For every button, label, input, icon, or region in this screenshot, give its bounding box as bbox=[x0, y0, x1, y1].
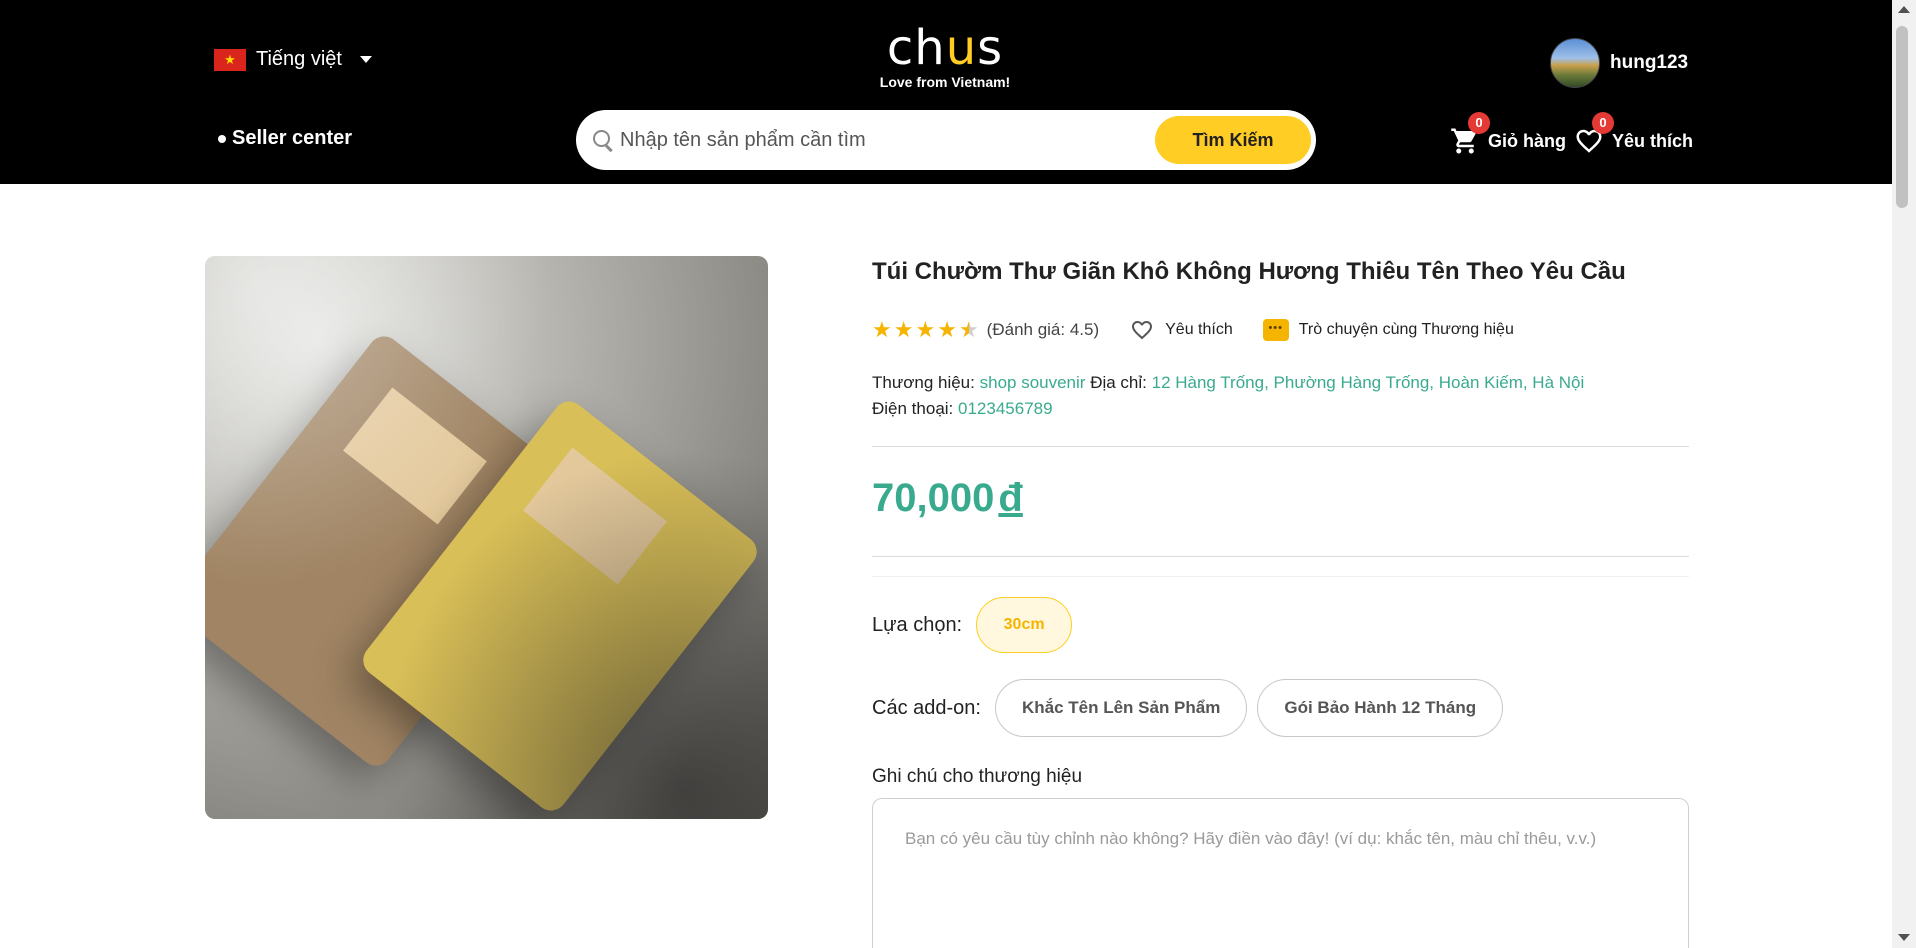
star-icon: ★ bbox=[893, 317, 914, 342]
cart-icon: 0 bbox=[1450, 112, 1490, 156]
product-photo-lighting bbox=[205, 256, 768, 819]
address-link[interactable]: 12 Hàng Trống, Phường Hàng Trống, Hoàn K… bbox=[1152, 373, 1585, 392]
option-row: Lựa chọn: 30cm bbox=[872, 597, 1073, 653]
phone-label: Điện thoại: bbox=[872, 399, 954, 418]
cart-count-badge: 0 bbox=[1468, 112, 1490, 134]
divider bbox=[872, 556, 1689, 557]
language-label: Tiếng việt bbox=[256, 48, 342, 70]
phone-link[interactable]: 0123456789 bbox=[958, 399, 1053, 418]
language-selector[interactable]: Tiếng việt bbox=[214, 48, 372, 71]
divider bbox=[872, 576, 1689, 577]
chat-bubble-icon bbox=[1262, 319, 1289, 341]
product-price: 70,000 đ bbox=[872, 476, 1023, 521]
rating-stars: ★ ★ ★ ★ ★ bbox=[872, 319, 979, 341]
cart-link[interactable]: 0 Giỏ hàng bbox=[1450, 112, 1566, 156]
option-label: Lựa chọn: bbox=[872, 613, 963, 636]
cart-label: Giỏ hàng bbox=[1488, 130, 1566, 151]
star-icon: ★ bbox=[872, 317, 892, 342]
username: hung123 bbox=[1610, 52, 1689, 73]
seller-center-link[interactable]: Seller center bbox=[218, 127, 352, 150]
product-page: Tiếng việt chus Love from Vietnam! hung1… bbox=[0, 0, 1916, 948]
brand-label: Thương hiệu: bbox=[872, 373, 975, 392]
wishlist-count-badge: 0 bbox=[1592, 112, 1614, 134]
heart-icon: 0 bbox=[1574, 112, 1614, 156]
scrollbar-thumb[interactable] bbox=[1896, 26, 1908, 208]
note-label: Ghi chú cho thương hiệu bbox=[872, 766, 1083, 787]
site-logo[interactable]: chus Love from Vietnam! bbox=[870, 24, 1020, 90]
divider bbox=[872, 446, 1689, 447]
addon-row: Các add-on: Khắc Tên Lên Sản Phẩm Gói Bả… bbox=[872, 679, 1504, 737]
logo-wordmark: chus bbox=[886, 20, 1004, 76]
address-label: Địa chỉ: bbox=[1090, 373, 1147, 392]
bullet-icon bbox=[218, 134, 226, 143]
scroll-up-arrow-icon[interactable] bbox=[1898, 6, 1910, 13]
heart-outline-icon bbox=[1132, 321, 1153, 340]
brand-link[interactable]: shop souvenir bbox=[980, 373, 1086, 392]
wishlist-link[interactable]: 0 Yêu thích bbox=[1574, 112, 1694, 156]
seller-info: Thương hiệu: shop souvenir Địa chỉ: 12 H… bbox=[872, 370, 1584, 422]
search-icon bbox=[592, 129, 614, 151]
search-bar: Tìm Kiếm bbox=[576, 110, 1316, 170]
product-title: Túi Chườm Thư Giãn Khô Không Hương Thiêu… bbox=[872, 258, 1626, 285]
site-header: Tiếng việt chus Love from Vietnam! hung1… bbox=[0, 0, 1892, 184]
user-menu[interactable]: hung123 bbox=[1550, 38, 1688, 88]
avatar bbox=[1550, 38, 1600, 88]
product-image[interactable] bbox=[205, 256, 768, 819]
brand-address-line: Thương hiệu: shop souvenir Địa chỉ: 12 H… bbox=[872, 370, 1584, 396]
wishlist-label: Yêu thích bbox=[1612, 130, 1694, 151]
chat-with-brand-button[interactable]: Trò chuyện cùng Thương hiệu bbox=[1262, 319, 1514, 341]
favorite-label: Yêu thích bbox=[1165, 321, 1233, 338]
logo-tagline: Love from Vietnam! bbox=[879, 74, 1011, 90]
price-value: 70,000 bbox=[872, 476, 995, 520]
addon-label: Các add-on: bbox=[872, 696, 981, 719]
star-icon: ★ bbox=[937, 317, 957, 342]
chat-label: Trò chuyện cùng Thương hiệu bbox=[1298, 321, 1514, 338]
star-icon: ★ bbox=[915, 317, 936, 342]
brand-note-textarea[interactable] bbox=[872, 798, 1689, 948]
seller-center-label: Seller center bbox=[232, 127, 353, 149]
phone-line: Điện thoại: 0123456789 bbox=[872, 396, 1584, 422]
rating-row: ★ ★ ★ ★ ★ (Đánh giá: 4.5) Yêu thích Trò … bbox=[872, 318, 1514, 342]
vietnam-flag-icon bbox=[214, 48, 246, 71]
search-input[interactable] bbox=[620, 128, 1155, 152]
rating-text: (Đánh giá: 4.5) bbox=[986, 320, 1100, 339]
price-currency: đ bbox=[998, 476, 1023, 520]
addon-chip-warranty[interactable]: Gói Bảo Hành 12 Tháng bbox=[1257, 679, 1504, 737]
favorite-button[interactable]: Yêu thích bbox=[1129, 318, 1233, 342]
addon-chip-engraving[interactable]: Khắc Tên Lên Sản Phẩm bbox=[994, 679, 1248, 737]
search-button[interactable]: Tìm Kiếm bbox=[1155, 116, 1311, 164]
scroll-down-arrow-icon[interactable] bbox=[1898, 934, 1910, 941]
chevron-down-icon bbox=[359, 56, 372, 63]
option-chip-selected[interactable]: 30cm bbox=[976, 597, 1073, 653]
half-star-icon: ★ bbox=[958, 317, 979, 342]
